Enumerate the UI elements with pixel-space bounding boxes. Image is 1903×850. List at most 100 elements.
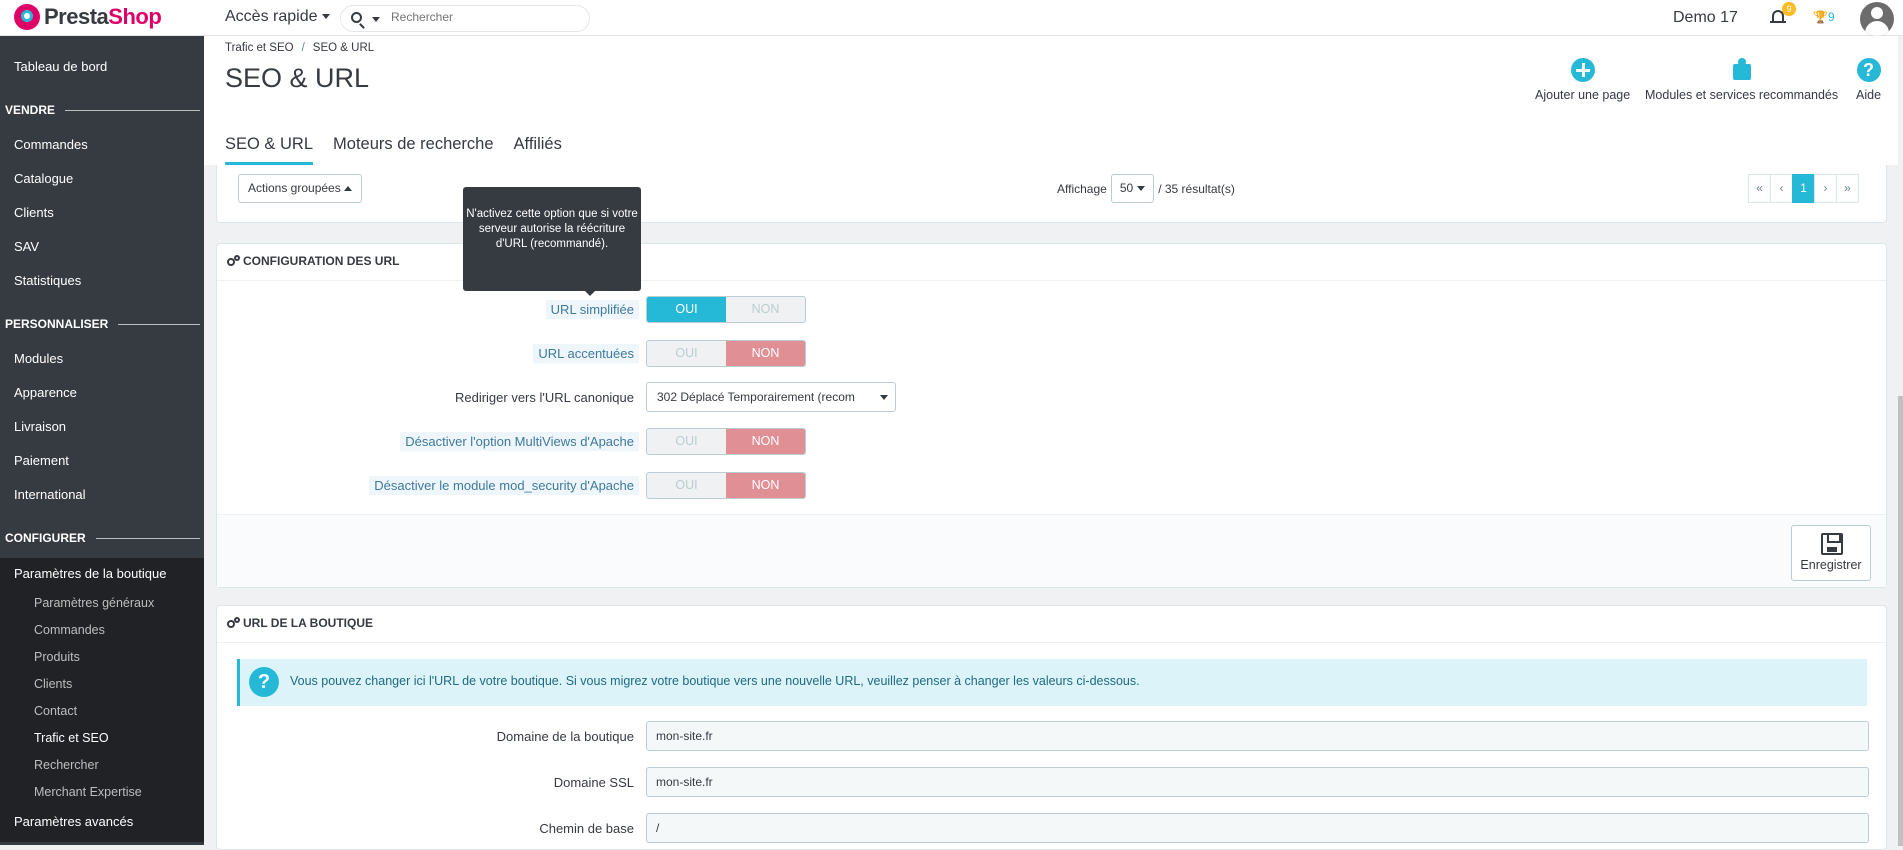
trophy-badge[interactable]: 🏆9 [1813,10,1835,24]
canonical-label: Rediriger vers l'URL canonique [454,390,634,405]
friendly-url-no[interactable]: NON [726,297,805,322]
bulk-actions-button[interactable]: Actions groupées [238,174,362,203]
breadcrumb-parent-link[interactable]: Trafic et SEO [225,42,294,54]
save-label: Enregistrer [1800,558,1862,572]
sidebar-item-international[interactable]: International [14,487,86,502]
sidebar-item-modules[interactable]: Modules [14,351,63,366]
accented-url-row: URL accentuées [217,340,639,366]
per-page-select[interactable]: 50 [1110,174,1155,203]
url-config-panel: CONFIGURATION DES URL URL simplifiée OUI… [216,243,1887,588]
pagination-info: Affichage 50 / 35 résultat(s) [1057,174,1235,203]
base-uri-label: Chemin de base [539,821,634,836]
search-icon[interactable] [351,12,362,23]
sidebar-subitem-search[interactable]: Rechercher [34,758,99,772]
info-alert-text: Vous pouvez changer ici l'URL de votre b… [290,674,1140,688]
accented-url-switch[interactable]: OUI NON [646,340,806,367]
sidebar-subitem-contact[interactable]: Contact [34,704,77,718]
sidebar-subitem-traffic-seo[interactable]: Trafic et SEO [34,731,109,745]
sidebar-item-sav[interactable]: SAV [14,239,39,254]
logo-text-presta: Presta [44,4,109,29]
sidebar-item-orders[interactable]: Commandes [14,137,88,152]
sidebar-item-dashboard[interactable]: Tableau de bord [14,59,107,74]
base-uri-row: Chemin de base [217,815,639,841]
chevron-down-icon [321,14,330,20]
ssl-domain-row: Domaine SSL [217,769,639,795]
sidebar-section-configure: CONFIGURER [5,531,200,545]
top-bar: PrestaShop Accès rapide Demo 17 9 🏆9 [0,0,1903,36]
next-page-button[interactable]: › [1814,174,1837,203]
notification-count-badge: 9 [1782,2,1796,16]
canonical-redirect-select[interactable]: 302 Déplacé Temporairement (recom [646,382,896,412]
shop-domain-input[interactable]: mon-site.fr [646,721,1869,751]
gears-icon [227,255,240,266]
add-page-label: Ajouter une page [1535,88,1631,102]
sidebar-subitem-customers[interactable]: Clients [34,677,72,691]
multiviews-no[interactable]: NON [726,429,805,454]
first-page-button[interactable]: « [1748,174,1771,203]
mod-security-switch[interactable]: OUI NON [646,472,806,499]
quick-access-label: Accès rapide [225,8,318,25]
accented-url-label: URL accentuées [533,344,639,363]
friendly-url-yes[interactable]: OUI [647,297,726,322]
chevron-down-icon [1137,186,1146,192]
sidebar-subitem-merchant-expertise[interactable]: Merchant Expertise [34,785,142,799]
quick-access-dropdown[interactable]: Accès rapide [225,8,330,26]
last-page-button[interactable]: » [1836,174,1859,203]
help-button[interactable]: ? Aide [1856,58,1881,102]
shop-name-link[interactable]: Demo 17 [1673,9,1738,27]
accented-url-yes[interactable]: OUI [647,341,726,366]
tab-search-engines[interactable]: Moteurs de recherche [333,128,494,165]
accented-url-no[interactable]: NON [726,341,805,366]
sidebar-subitem-products[interactable]: Produits [34,650,80,664]
results-count: / 35 résultat(s) [1158,181,1235,196]
sidebar-item-appearance[interactable]: Apparence [14,385,77,400]
prev-page-button[interactable]: ‹ [1770,174,1793,203]
avatar[interactable] [1860,2,1894,36]
breadcrumb-separator: / [301,42,305,54]
ssl-domain-input[interactable]: mon-site.fr [646,767,1869,797]
mod-security-yes[interactable]: OUI [647,473,726,498]
sidebar-item-shipping[interactable]: Livraison [14,419,66,434]
tab-affiliates[interactable]: Affiliés [514,128,562,165]
sidebar-item-customers[interactable]: Clients [14,205,54,220]
prestashop-logo[interactable]: PrestaShop [14,4,162,30]
page-1-button[interactable]: 1 [1792,174,1815,203]
shop-domain-row: Domaine de la boutique [217,723,639,749]
multiviews-label: Désactiver l'option MultiViews d'Apache [400,432,639,451]
friendly-url-label: URL simplifiée [545,300,639,319]
search-input[interactable] [391,10,571,24]
chevron-down-icon [880,395,888,400]
sidebar-item-stats[interactable]: Statistiques [14,273,81,288]
mod-security-label: Désactiver le module mod_security d'Apac… [369,476,639,495]
multiviews-switch[interactable]: OUI NON [646,428,806,455]
recommended-modules-button[interactable]: Modules et services recommandés [1645,58,1838,102]
puzzle-icon [1730,58,1754,82]
shop-url-panel: URL DE LA BOUTIQUE ? Vous pouvez changer… [216,605,1887,850]
page-header: Trafic et SEO / SEO & URL SEO & URL Ajoute… [204,36,1898,165]
sidebar-item-shop-parameters[interactable]: Paramètres de la boutique [14,566,166,581]
mod-security-no[interactable]: NON [726,473,805,498]
scrollbar-thumb[interactable] [1898,396,1903,846]
sidebar-subitem-general[interactable]: Paramètres généraux [34,596,154,610]
multiviews-yes[interactable]: OUI [647,429,726,454]
breadcrumb-current: SEO & URL [312,42,375,54]
trophy-count: 9 [1827,10,1835,24]
friendly-url-row: URL simplifiée [217,296,639,322]
add-page-button[interactable]: Ajouter une page [1535,58,1630,102]
tab-seo-url[interactable]: SEO & URL [225,128,314,165]
save-button[interactable]: Enregistrer [1791,525,1871,581]
sidebar-item-catalog[interactable]: Catalogue [14,171,73,186]
sidebar-subitem-orders[interactable]: Commandes [34,623,105,637]
base-uri-input[interactable]: / [646,813,1869,843]
chevron-down-icon[interactable] [372,17,380,22]
breadcrumb: Trafic et SEO / SEO & URL [225,42,374,54]
question-circle-icon: ? [249,667,279,697]
help-icon: ? [1856,58,1881,82]
page-scrollbar[interactable] [1898,36,1903,846]
trophy-icon: 🏆 [1813,10,1828,24]
sidebar: Tableau de bord VENDRE Commandes Catalog… [0,36,204,845]
ssl-domain-label: Domaine SSL [553,775,634,790]
friendly-url-switch[interactable]: OUI NON [646,296,806,323]
sidebar-item-advanced-parameters[interactable]: Paramètres avancés [14,814,133,829]
sidebar-item-payment[interactable]: Paiement [14,453,69,468]
